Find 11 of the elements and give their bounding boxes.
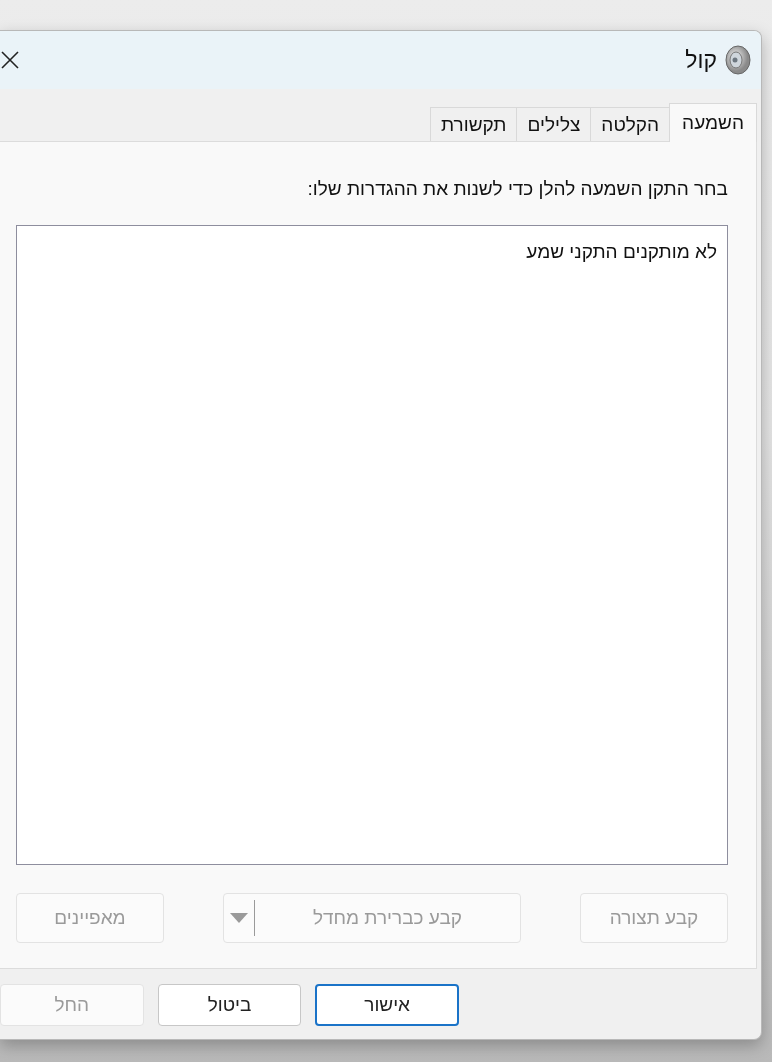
device-list[interactable]: לא מותקנים התקני שמע (16, 225, 728, 865)
dropdown-arrow-icon (230, 913, 248, 923)
dialog-button[interactable]: אישור (315, 984, 459, 1026)
empty-message: לא מותקנים התקני שמע (526, 241, 717, 262)
tab[interactable]: השמעה (669, 103, 757, 142)
dialog-button[interactable]: ביטול (157, 984, 302, 1026)
tab[interactable]: תקשורת (430, 107, 518, 142)
window-title: קול (685, 45, 717, 75)
instruction-text: בחר התקן השמעה להלן כדי לשנות את ההגדרות שלו: (306, 177, 728, 201)
close-icon[interactable] (0, 50, 20, 70)
speaker-icon (723, 45, 751, 75)
